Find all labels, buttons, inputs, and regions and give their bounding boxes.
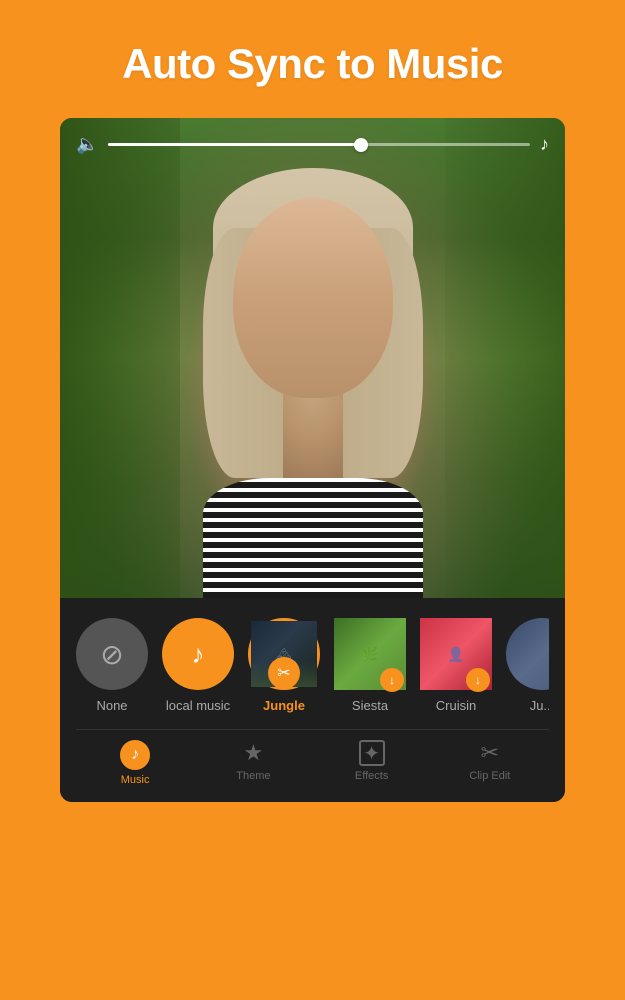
music-thumb-none: ⊘ bbox=[76, 618, 148, 690]
music-item-jungle[interactable]: 🏔 ✂ Jungle bbox=[248, 618, 320, 713]
music-label-none: None bbox=[96, 698, 127, 713]
none-icon: ⊘ bbox=[100, 638, 123, 671]
nav-label-effects: Effects bbox=[355, 770, 388, 782]
theme-icon: ★ bbox=[244, 740, 264, 766]
music-thumb-cruisin: 👤 ↓ bbox=[420, 618, 492, 690]
local-music-icon: ♪ bbox=[192, 639, 205, 670]
music-item-none[interactable]: ⊘ None bbox=[76, 618, 148, 713]
bottom-nav: ♪ Music ★ Theme ✦ Effects ✂ Clip Edit bbox=[76, 729, 549, 786]
foliage-left bbox=[60, 118, 180, 598]
page-title: Auto Sync to Music bbox=[30, 40, 595, 88]
music-thumb-local: ♪ bbox=[162, 618, 234, 690]
music-nav-icon: ♪ bbox=[120, 740, 150, 770]
music-label-cruisin: Cruisin bbox=[436, 698, 476, 713]
nav-label-theme: Theme bbox=[236, 770, 270, 782]
ju-thumb-bg bbox=[506, 618, 549, 690]
music-label-jungle: Jungle bbox=[263, 698, 305, 713]
nav-item-music[interactable]: ♪ Music bbox=[76, 740, 194, 786]
clothing bbox=[203, 478, 423, 598]
volume-bar[interactable]: 🔈 ♪ bbox=[76, 134, 549, 155]
clip-edit-icon: ✂ bbox=[481, 740, 499, 766]
music-item-local[interactable]: ♪ local music bbox=[162, 618, 234, 713]
nav-label-clip-edit: Clip Edit bbox=[469, 770, 510, 782]
nav-label-music: Music bbox=[121, 774, 150, 786]
volume-slider-fill bbox=[108, 143, 361, 146]
music-item-cruisin[interactable]: 👤 ↓ Cruisin bbox=[420, 618, 492, 713]
volume-slider-thumb[interactable] bbox=[354, 138, 368, 152]
siesta-download-badge: ↓ bbox=[380, 668, 404, 692]
music-items-row: ⊘ None ♪ local music 🏔 ✂ Jungle bbox=[76, 618, 549, 729]
foliage-right bbox=[445, 118, 565, 598]
nav-item-effects[interactable]: ✦ Effects bbox=[313, 740, 431, 786]
music-label-local: local music bbox=[166, 698, 230, 713]
face bbox=[233, 198, 393, 398]
cruisin-download-badge: ↓ bbox=[466, 668, 490, 692]
phone-mockup: 🔈 ♪ ⊘ None ♪ local music bbox=[60, 118, 565, 802]
music-label-siesta: Siesta bbox=[352, 698, 388, 713]
top-header: Auto Sync to Music bbox=[0, 0, 625, 118]
music-item-siesta[interactable]: 🌿 ↓ Siesta bbox=[334, 618, 406, 713]
video-area: 🔈 ♪ bbox=[60, 118, 565, 598]
music-thumb-jungle: 🏔 ✂ bbox=[248, 618, 320, 690]
effects-icon: ✦ bbox=[359, 740, 385, 766]
music-thumb-ju bbox=[506, 618, 549, 690]
bottom-panel: ⊘ None ♪ local music 🏔 ✂ Jungle bbox=[60, 598, 565, 802]
music-item-ju[interactable]: Ju... bbox=[506, 618, 549, 713]
volume-slider-track[interactable] bbox=[108, 143, 530, 146]
volume-icon: 🔈 bbox=[76, 134, 98, 155]
music-label-ju: Ju... bbox=[530, 698, 549, 713]
nav-item-theme[interactable]: ★ Theme bbox=[194, 740, 312, 786]
music-note-icon: ♪ bbox=[540, 134, 549, 155]
jungle-active-badge: ✂ bbox=[268, 657, 300, 689]
music-thumb-siesta: 🌿 ↓ bbox=[334, 618, 406, 690]
nav-item-clip-edit[interactable]: ✂ Clip Edit bbox=[431, 740, 549, 786]
